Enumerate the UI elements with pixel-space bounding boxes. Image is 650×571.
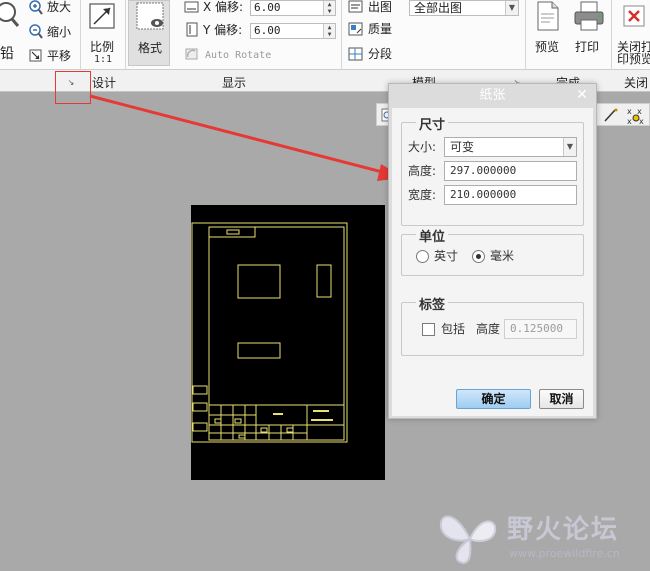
zoom-in-button[interactable]: 放大 (28, 0, 78, 16)
mm-label: 毫米 (490, 249, 515, 263)
output-mode-value: 全部出图 (414, 1, 463, 15)
watermark-url: www.proewildfire.cn (509, 547, 620, 560)
pan-label: 平移 (47, 49, 72, 63)
group-label-display: 显示 (222, 76, 247, 90)
quality-button[interactable]: 质量 (348, 21, 398, 37)
zoom-in-icon (29, 0, 43, 15)
scale-label: 比例 (90, 40, 115, 54)
height-label: 高度: (408, 164, 437, 178)
quality-label: 质量 (368, 22, 393, 36)
ribbon: 铅 放大 缩小 平移 比例 1:1 格式 X 偏移: 6.00 ▲ ▼ Y 偏移… (0, 0, 650, 70)
size-label: 大小: (408, 140, 437, 154)
scale-icon (89, 3, 115, 29)
zoom-in-label: 放大 (47, 0, 72, 14)
output-button[interactable]: 出图 (348, 0, 398, 16)
mm-radio[interactable] (472, 250, 485, 263)
segment-icon (348, 47, 363, 61)
zoom-out-icon (29, 24, 43, 39)
x-offset-value: 6.00 (254, 1, 281, 14)
auto-rotate-label[interactable]: Auto Rotate (205, 50, 271, 61)
drawing-preview (191, 222, 348, 443)
points-icon[interactable]: x x x x (625, 106, 647, 125)
line-style-icon[interactable] (601, 107, 621, 124)
print-button[interactable]: 打印 (570, 0, 608, 66)
size-select[interactable]: 可变 ▼ (444, 137, 577, 157)
include-label: 包括 (441, 322, 466, 336)
height-value: 297.000000 (450, 164, 517, 177)
label-legend: 标签 (416, 294, 449, 313)
quality-icon (348, 22, 363, 36)
printer-icon (574, 1, 604, 31)
svg-text:x: x (627, 107, 632, 116)
ok-button[interactable]: 确定 (456, 389, 531, 409)
close-preview-button[interactable]: 关闭打 印预览 (614, 0, 650, 66)
group-label-close: 关闭 (624, 76, 649, 90)
inch-radio[interactable] (416, 250, 429, 263)
preview-icon (537, 1, 559, 31)
inch-label: 英寸 (434, 249, 459, 263)
watermark-title: 野火论坛 (507, 515, 620, 545)
output-icon (348, 0, 363, 13)
y-offset-spin-arrows[interactable]: ▲ ▼ (323, 24, 335, 38)
svg-text:x: x (627, 117, 632, 125)
size-group: 尺寸 大小: 可变 ▼ 高度: 297.000000 宽度: 210.00000… (401, 114, 584, 226)
segment-button[interactable]: 分段 (348, 46, 398, 62)
width-label: 宽度: (408, 188, 437, 202)
width-input[interactable]: 210.000000 (444, 185, 577, 205)
format-button[interactable]: 格式 (128, 0, 170, 66)
dialog-close-icon[interactable]: ✕ (574, 86, 590, 104)
zoom-out-label: 缩小 (47, 25, 72, 39)
x-offset-spinner[interactable]: 6.00 ▲ ▼ (250, 0, 336, 16)
x-offset-icon (184, 1, 199, 13)
width-value: 210.000000 (450, 188, 517, 201)
size-legend: 尺寸 (416, 114, 449, 133)
label-group: 标签 包括 高度 0.125000 (401, 294, 584, 356)
close-preview-label-2: 印预览 (617, 52, 650, 66)
pan-icon (29, 49, 42, 62)
paper-dialog: 纸张 ✕ 尺寸 大小: 可变 ▼ 高度: 297.000000 宽度: 210.… (388, 83, 597, 419)
group-label-design: 设计 (92, 76, 117, 90)
scale-value: 1:1 (94, 54, 113, 65)
watermark: 野火论坛 www.proewildfire.cn (437, 503, 650, 571)
units-group: 单位 英寸 毫米 (401, 226, 584, 276)
size-value: 可变 (450, 140, 475, 154)
close-icon (623, 5, 645, 27)
output-label: 出图 (368, 0, 393, 14)
auto-rotate-icon (185, 48, 198, 60)
dialog-title: 纸张 (479, 88, 506, 103)
chevron-down-icon[interactable]: ▼ (563, 138, 576, 156)
format-label: 格式 (138, 41, 163, 55)
chevron-down-icon[interactable]: ▼ (505, 1, 518, 15)
zoom-out-button[interactable]: 缩小 (28, 24, 78, 40)
segment-label: 分段 (368, 47, 393, 61)
svg-text:x: x (637, 107, 642, 116)
x-offset-spin-arrows[interactable]: ▲ ▼ (323, 1, 335, 15)
butterfly-logo-icon (439, 515, 497, 565)
units-legend: 单位 (416, 226, 449, 245)
y-offset-label: Y 偏移: (203, 23, 243, 37)
dialog-body: 尺寸 大小: 可变 ▼ 高度: 297.000000 宽度: 210.00000… (392, 108, 593, 416)
output-mode-combo[interactable]: 全部出图 ▼ (409, 0, 519, 16)
preview-label: 预览 (535, 40, 560, 54)
print-label: 打印 (575, 40, 600, 54)
label-height-input[interactable]: 0.125000 (504, 319, 577, 339)
y-offset-spinner[interactable]: 6.00 ▲ ▼ (250, 23, 336, 39)
highlight-box (55, 71, 91, 104)
label-height-label: 高度 (476, 322, 501, 336)
label-height-value: 0.125000 (510, 322, 563, 335)
format-icon (136, 2, 164, 30)
cancel-button[interactable]: 取消 (539, 389, 584, 409)
include-checkbox[interactable] (422, 323, 435, 336)
y-offset-value: 6.00 (254, 24, 281, 37)
y-offset-icon (186, 22, 198, 37)
print-preview-paper (191, 205, 385, 480)
svg-text:铅: 铅 (0, 46, 14, 62)
magnifier-large-icon[interactable]: 铅 (0, 0, 20, 62)
pan-button[interactable]: 平移 (28, 48, 78, 64)
preview-button[interactable]: 预览 (528, 0, 568, 66)
svg-text:x: x (639, 117, 644, 125)
x-offset-label: X 偏移: (203, 0, 244, 14)
height-input[interactable]: 297.000000 (444, 161, 577, 181)
scale-button[interactable]: 比例 1:1 (84, 0, 122, 66)
